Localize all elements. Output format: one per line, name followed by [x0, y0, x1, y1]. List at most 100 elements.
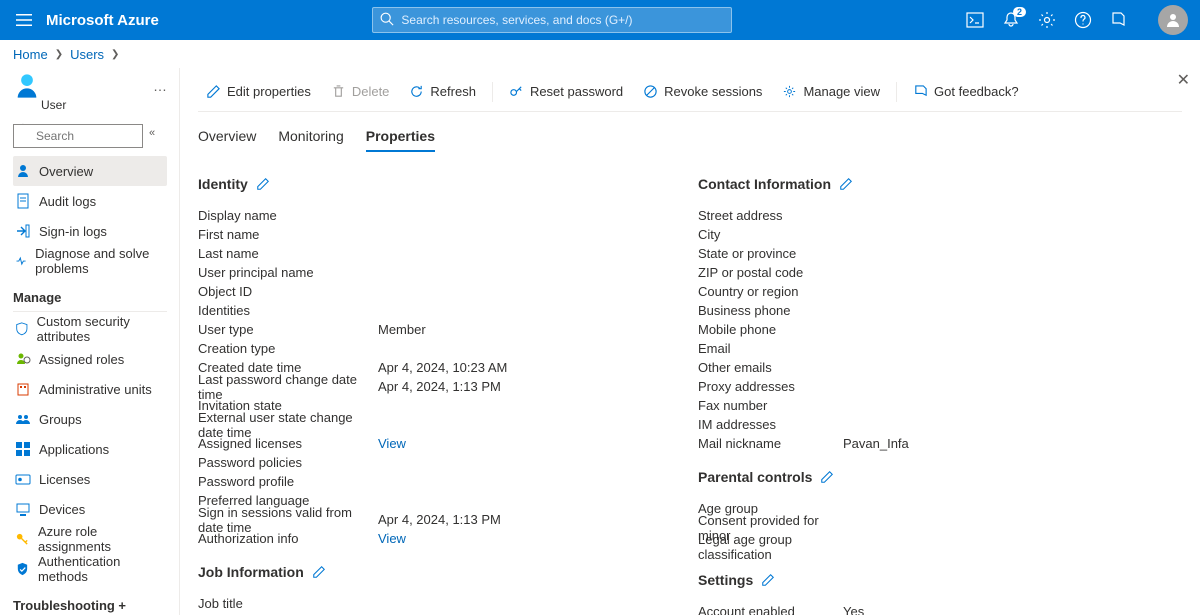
edit-icon[interactable]: [820, 470, 834, 484]
nav-custom-security[interactable]: Custom security attributes: [13, 314, 167, 344]
field-row: Mail nicknamePavan_Infa: [698, 434, 1138, 453]
field-label: Job title: [198, 596, 378, 611]
section-title: Contact Information: [698, 176, 831, 192]
section-title: Identity: [198, 176, 248, 192]
nav-audit-logs[interactable]: Audit logs: [13, 186, 167, 216]
collapse-icon[interactable]: «: [149, 127, 155, 139]
field-label: ZIP or postal code: [698, 265, 843, 280]
cloud-shell-icon[interactable]: [966, 11, 984, 29]
feedback-icon: [913, 84, 928, 99]
edit-icon[interactable]: [839, 177, 853, 191]
properties-sections: Identity Display name First name Last name…: [198, 170, 1182, 615]
field-value[interactable]: View: [378, 436, 406, 451]
help-icon[interactable]: [1074, 11, 1092, 29]
nav-label: Sign-in logs: [39, 224, 107, 239]
field-row: Last name: [198, 244, 638, 263]
field-label: Last name: [198, 246, 378, 261]
field-row: Creation type: [198, 339, 638, 358]
nav-applications[interactable]: Applications: [13, 434, 167, 464]
close-icon[interactable]: ✕: [1177, 70, 1190, 90]
field-row: First name: [198, 225, 638, 244]
building-icon: [15, 381, 31, 397]
field-label: Identities: [198, 303, 378, 318]
breadcrumb-home[interactable]: Home: [13, 47, 48, 62]
delete-button[interactable]: Delete: [323, 77, 398, 107]
field-label: Last password change date time: [198, 372, 378, 402]
notifications-icon[interactable]: 2: [1002, 11, 1020, 29]
breadcrumb: Home ❯ Users ❯: [0, 40, 1200, 68]
nav-label: Overview: [39, 164, 93, 179]
parental-header: Parental controls: [698, 469, 1138, 485]
field-row: User principal name: [198, 263, 638, 282]
left-column: Identity Display name First name Last name…: [198, 170, 638, 615]
breadcrumb-users[interactable]: Users: [70, 47, 104, 62]
nav-label: Custom security attributes: [37, 314, 165, 344]
field-row: Password profile: [198, 472, 638, 491]
nav-groups[interactable]: Groups: [13, 404, 167, 434]
field-value: Apr 4, 2024, 1:13 PM: [378, 379, 501, 394]
nav-auth-methods[interactable]: Authentication methods: [13, 554, 167, 584]
nav-licenses[interactable]: Licenses: [13, 464, 167, 494]
tab-properties[interactable]: Properties: [366, 122, 435, 152]
field-label: Fax number: [698, 398, 843, 413]
nav-signin-logs[interactable]: Sign-in logs: [13, 216, 167, 246]
manage-view-button[interactable]: Manage view: [774, 77, 888, 107]
overview-icon: [15, 163, 31, 179]
field-label: User type: [198, 322, 378, 337]
license-icon: [15, 471, 31, 487]
edit-icon[interactable]: [256, 177, 270, 191]
more-icon[interactable]: …: [153, 78, 167, 94]
hamburger-icon[interactable]: [12, 8, 36, 32]
feedback-button[interactable]: Got feedback?: [905, 77, 1027, 107]
local-search-wrap: «: [13, 118, 167, 148]
signin-icon: [15, 223, 31, 239]
field-label: Proxy addresses: [698, 379, 843, 394]
edit-icon[interactable]: [761, 573, 775, 587]
tab-monitoring[interactable]: Monitoring: [278, 122, 343, 152]
divider: [13, 311, 167, 312]
nav-azure-role[interactable]: Azure role assignments: [13, 524, 167, 554]
avatar[interactable]: [1158, 5, 1188, 35]
nav-devices[interactable]: Devices: [13, 494, 167, 524]
trash-icon: [331, 84, 346, 99]
field-label: State or province: [698, 246, 843, 261]
edit-properties-button[interactable]: Edit properties: [198, 77, 319, 107]
nav-overview[interactable]: Overview: [13, 156, 167, 186]
tabs: Overview Monitoring Properties: [198, 122, 1182, 152]
tb-label: Got feedback?: [934, 84, 1019, 99]
refresh-button[interactable]: Refresh: [401, 77, 484, 107]
settings-icon[interactable]: [1038, 11, 1056, 29]
tab-overview[interactable]: Overview: [198, 122, 256, 152]
roles-icon: [15, 351, 31, 367]
field-row: Legal age group classification: [698, 537, 1138, 556]
field-label: IM addresses: [698, 417, 843, 432]
field-value: Member: [378, 322, 426, 337]
nav-admin-units[interactable]: Administrative units: [13, 374, 167, 404]
user-type-label: User: [41, 98, 167, 112]
field-row: Last password change date timeApr 4, 202…: [198, 377, 638, 396]
reset-password-button[interactable]: Reset password: [501, 77, 631, 107]
field-label: Business phone: [698, 303, 843, 318]
notification-badge: 2: [1013, 7, 1026, 17]
field-value[interactable]: View: [378, 531, 406, 546]
field-row: Sign in sessions valid from date timeApr…: [198, 510, 638, 529]
revoke-sessions-button[interactable]: Revoke sessions: [635, 77, 770, 107]
section-title: Settings: [698, 572, 753, 588]
field-label: Account enabled: [698, 604, 843, 615]
nav-label: Licenses: [39, 472, 90, 487]
edit-icon[interactable]: [312, 565, 326, 579]
revoke-icon: [643, 84, 658, 99]
nav-label: Azure role assignments: [38, 524, 165, 554]
nav-label: Administrative units: [39, 382, 152, 397]
field-label: Display name: [198, 208, 378, 223]
field-row: Assigned licensesView: [198, 434, 638, 453]
local-search-input[interactable]: [13, 124, 143, 148]
field-row: Account enabledYes: [698, 602, 1138, 615]
feedback-icon[interactable]: [1110, 11, 1128, 29]
divider: [492, 82, 493, 102]
tb-label: Reset password: [530, 84, 623, 99]
field-label: Assigned licenses: [198, 436, 378, 451]
global-search-input[interactable]: [372, 7, 732, 33]
nav-assigned-roles[interactable]: Assigned roles: [13, 344, 167, 374]
nav-diagnose[interactable]: Diagnose and solve problems: [13, 246, 167, 276]
